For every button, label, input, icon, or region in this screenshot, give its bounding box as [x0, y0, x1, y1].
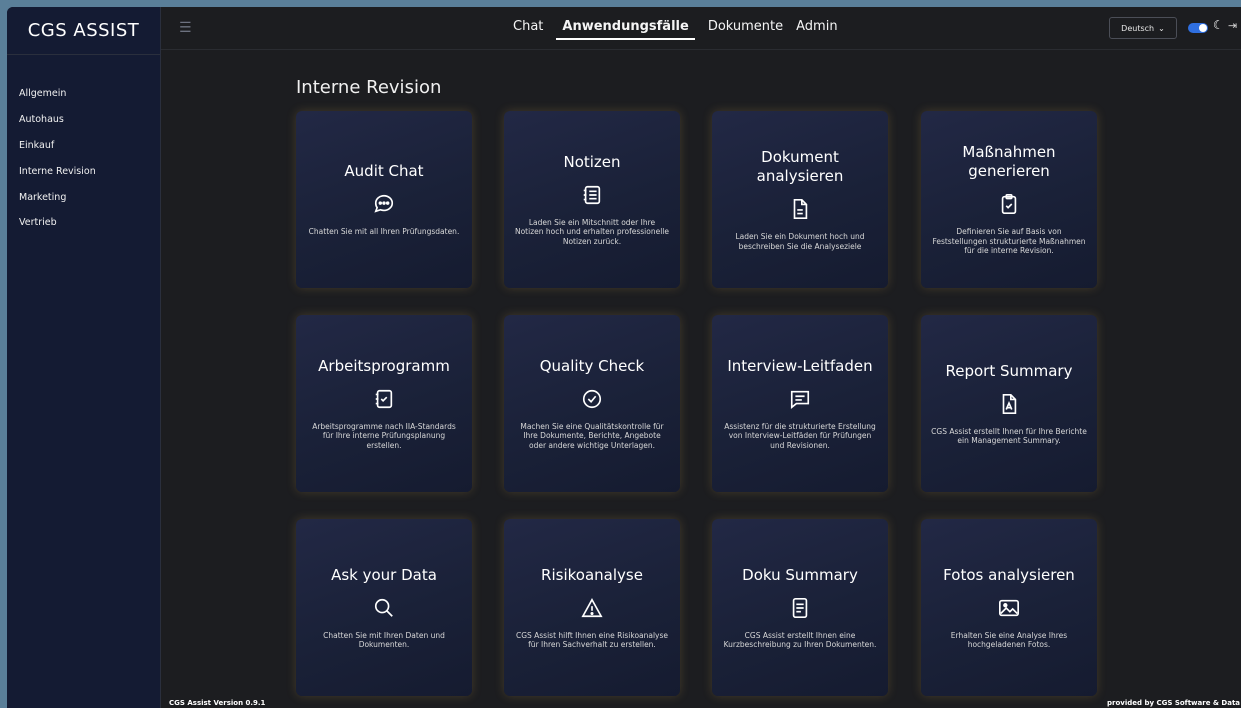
card-dokument-analysieren[interactable]: Dokument analysieren Laden Sie ein Dokum… [712, 111, 888, 288]
logout-icon[interactable]: ⇥ [1228, 19, 1237, 32]
card-audit-chat[interactable]: Audit Chat Chatten Sie mit all Ihren Prü… [296, 111, 472, 288]
sidebar-item-vertrieb[interactable]: Vertrieb [7, 210, 160, 236]
card-title: Notizen [563, 152, 621, 171]
tab-chat[interactable]: Chat [513, 17, 543, 40]
file-text-icon [789, 597, 811, 619]
notes-list-icon [581, 184, 603, 206]
card-title: Report Summary [945, 361, 1073, 380]
card-description: Chatten Sie mit Ihren Daten und Dokument… [323, 630, 445, 650]
message-text-icon [789, 388, 811, 410]
card-notizen[interactable]: Notizen Laden Sie ein Mitschnitt oder Ih… [504, 111, 680, 288]
clipboard-check-icon [998, 193, 1020, 215]
theme-toggle[interactable] [1188, 23, 1208, 33]
card-title: Audit Chat [344, 162, 424, 181]
card-description: CGS Assist hilft Ihnen eine Risikoanalys… [515, 630, 669, 650]
moon-icon[interactable]: ☾ [1213, 18, 1224, 32]
card-report-summary[interactable]: Report Summary CGS Assist erstellt Ihnen… [921, 315, 1097, 492]
card-description: Laden Sie ein Dokument hoch und beschrei… [735, 232, 865, 251]
card-title: Fotos analysieren [943, 565, 1075, 584]
card-title: Interview-Leitfaden [727, 356, 873, 375]
card-description: Definieren Sie auf Basis von Feststellun… [932, 227, 1086, 256]
check-circle-icon [581, 388, 603, 410]
card-description: Erhalten Sie eine Analyse Ihres hochgela… [950, 630, 1068, 650]
card-title: Doku Summary [742, 565, 858, 584]
card-title: Risikoanalyse [541, 565, 643, 584]
card-description: Laden Sie ein Mitschnitt oder Ihre Notiz… [514, 217, 670, 246]
checklist-icon [373, 388, 395, 410]
card-description: Machen Sie eine Qualitätskontrolle für I… [520, 421, 664, 450]
search-icon [373, 597, 395, 619]
sidebar-item-interne-revision[interactable]: Interne Revision [7, 158, 160, 184]
app-window: CGS ASSIST Allgemein Autohaus Einkauf In… [7, 7, 1241, 708]
tab-admin[interactable]: Admin [796, 17, 837, 40]
card-interview-leitfaden[interactable]: Interview-Leitfaden Assistenz für die st… [712, 315, 888, 492]
card-doku-summary[interactable]: Doku Summary CGS Assist erstellt Ihnen e… [712, 519, 888, 696]
top-nav: Chat Anwendungsfälle Dokumente Admin [513, 17, 838, 40]
pdf-file-icon [998, 393, 1020, 415]
card-description: Assistenz für die strukturierte Erstellu… [724, 421, 876, 450]
provider-label: provided by CGS Software & Data [1107, 699, 1241, 707]
card-description: CGS Assist erstellt Ihnen für Ihre Beric… [931, 426, 1087, 446]
brand-logo: CGS ASSIST [7, 7, 160, 55]
card-title: Arbeitsprogramm [318, 356, 450, 375]
chat-bubble-icon [373, 193, 395, 215]
card-title: Dokument analysieren [756, 148, 844, 185]
document-icon [789, 198, 811, 220]
version-label: CGS Assist Version 0.9.1 [169, 699, 266, 707]
card-arbeitsprogramm[interactable]: Arbeitsprogramm Arbeitsprogramme nach II… [296, 315, 472, 492]
page-title: Interne Revision [296, 77, 442, 98]
tab-anwendungsfaelle[interactable]: Anwendungsfälle [556, 17, 695, 40]
image-icon [998, 597, 1020, 619]
sidebar-item-allgemein[interactable]: Allgemein [7, 81, 160, 107]
card-description: Chatten Sie mit all Ihren Prüfungsdaten. [308, 227, 460, 237]
sidebar-nav: Allgemein Autohaus Einkauf Interne Revis… [7, 55, 160, 236]
language-select-value: Deutsch [1121, 23, 1155, 33]
language-select[interactable]: Deutsch ⌄ [1109, 17, 1177, 39]
card-risikoanalyse[interactable]: Risikoanalyse CGS Assist hilft Ihnen ein… [504, 519, 680, 696]
sidebar-item-einkauf[interactable]: Einkauf [7, 133, 160, 159]
card-description: Arbeitsprogramme nach IIA-Standards für … [312, 421, 456, 450]
card-quality-check[interactable]: Quality Check Machen Sie eine Qualitätsk… [504, 315, 680, 492]
warning-triangle-icon [581, 597, 603, 619]
sidebar-item-autohaus[interactable]: Autohaus [7, 107, 160, 133]
card-description: CGS Assist erstellt Ihnen eine Kurzbesch… [723, 630, 877, 650]
card-title: Maßnahmen generieren [962, 143, 1056, 181]
sidebar: CGS ASSIST Allgemein Autohaus Einkauf In… [7, 7, 161, 708]
chevron-down-icon: ⌄ [1158, 23, 1165, 33]
sidebar-item-marketing[interactable]: Marketing [7, 184, 160, 210]
card-title: Ask your Data [331, 565, 437, 584]
card-ask-your-data[interactable]: Ask your Data Chatten Sie mit Ihren Date… [296, 519, 472, 696]
top-bar: ☰ Chat Anwendungsfälle Dokumente Admin D… [161, 7, 1241, 50]
menu-icon[interactable]: ☰ [179, 20, 192, 36]
tab-dokumente[interactable]: Dokumente [708, 17, 783, 40]
card-massnahmen-generieren[interactable]: Maßnahmen generieren Definieren Sie auf … [921, 111, 1097, 288]
card-fotos-analysieren[interactable]: Fotos analysieren Erhalten Sie eine Anal… [921, 519, 1097, 696]
card-title: Quality Check [539, 356, 645, 375]
